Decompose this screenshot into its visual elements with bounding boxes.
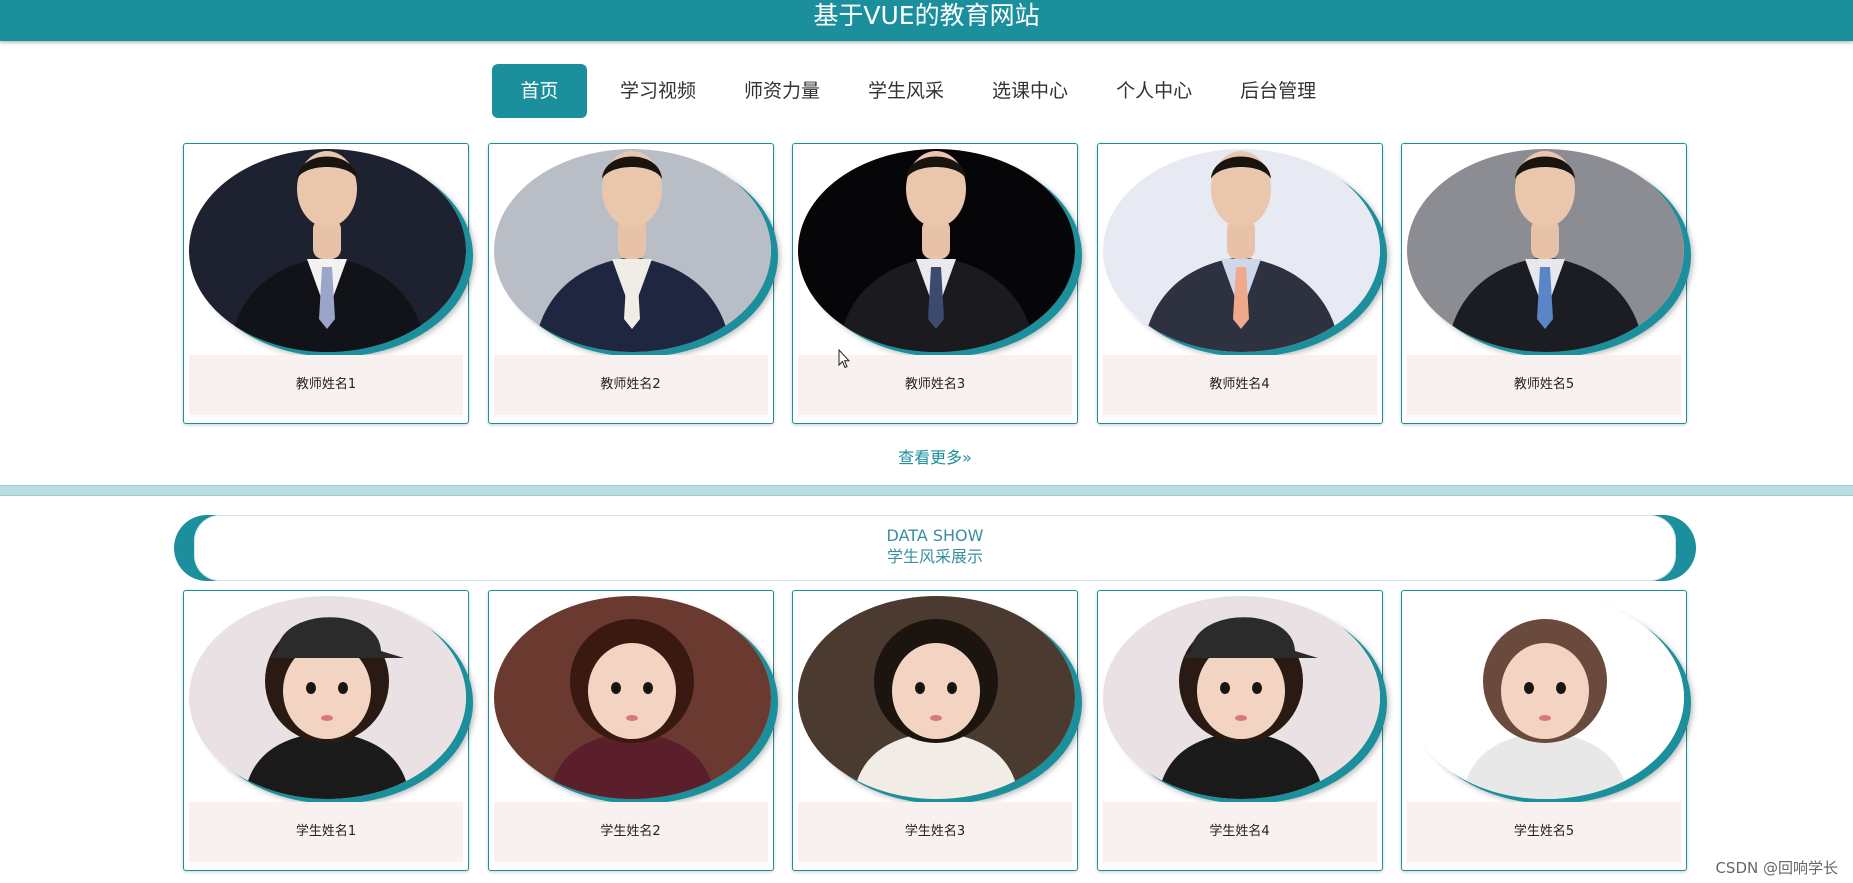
nav-item-profile[interactable]: 个人中心 (1101, 64, 1207, 118)
teacher-name: 教师姓名2 (493, 355, 768, 415)
main-nav: 首页 学习视频 师资力量 学生风采 选课中心 个人中心 后台管理 (492, 64, 1331, 118)
teacher-card[interactable]: 教师姓名5 (1401, 143, 1687, 424)
teacher-card[interactable]: 教师姓名2 (487, 143, 774, 424)
section-divider (0, 485, 1853, 496)
student-name: 学生姓名3 (798, 802, 1072, 862)
teacher-card[interactable]: 教师姓名1 (183, 143, 469, 424)
teacher-photo[interactable] (1102, 149, 1380, 352)
teacher-card[interactable]: 教师姓名4 (1096, 143, 1383, 424)
student-name: 学生姓名4 (1102, 802, 1377, 862)
student-card[interactable]: 学生姓名1 (183, 590, 469, 871)
mouse-cursor-icon (838, 349, 850, 369)
student-card[interactable]: 学生姓名5 (1401, 590, 1687, 871)
teacher-card[interactable]: 教师姓名3 (792, 143, 1078, 424)
view-more-link[interactable]: 查看更多» (0, 444, 1853, 468)
teacher-photo[interactable] (189, 149, 466, 352)
student-photo[interactable] (798, 596, 1075, 799)
student-photo[interactable] (189, 596, 466, 799)
nav-item-students[interactable]: 学生风采 (853, 64, 959, 118)
teacher-photo[interactable] (1407, 149, 1684, 352)
watermark: CSDN @回响学长 (1715, 859, 1838, 877)
teacher-photo[interactable] (798, 149, 1075, 352)
student-card[interactable]: 学生姓名2 (487, 590, 774, 871)
student-name: 学生姓名2 (493, 802, 768, 862)
student-card[interactable]: 学生姓名4 (1096, 590, 1383, 871)
view-more-label[interactable]: 查看更多» (898, 444, 972, 468)
student-photo[interactable] (493, 596, 771, 799)
site-header: 基于VUE的教育网站 (0, 0, 1853, 41)
teacher-name: 教师姓名1 (189, 355, 463, 415)
data-show-banner: DATA SHOW 学生风采展示 (174, 515, 1696, 581)
student-name: 学生姓名5 (1407, 802, 1681, 862)
student-card-list: 学生姓名1 学生姓名2 学生姓名3 学生姓名4 学生姓名5 (183, 590, 1687, 871)
teacher-name: 教师姓名5 (1407, 355, 1681, 415)
nav-item-videos[interactable]: 学习视频 (605, 64, 711, 118)
banner-inner: DATA SHOW 学生风采展示 (194, 515, 1676, 581)
nav-item-course-selection[interactable]: 选课中心 (977, 64, 1083, 118)
nav-item-home[interactable]: 首页 (492, 64, 587, 118)
student-photo[interactable] (1407, 596, 1684, 799)
nav-item-admin[interactable]: 后台管理 (1225, 64, 1331, 118)
teacher-card-list: 教师姓名1 教师姓名2 教师姓名3 教师姓名4 教师姓名5 (183, 143, 1687, 424)
banner-title-cn: 学生风采展示 (886, 547, 983, 566)
site-title: 基于VUE的教育网站 (813, 1, 1040, 30)
student-card[interactable]: 学生姓名3 (792, 590, 1078, 871)
student-name: 学生姓名1 (189, 802, 463, 862)
teacher-name: 教师姓名4 (1102, 355, 1377, 415)
student-photo[interactable] (1102, 596, 1380, 799)
nav-item-teachers[interactable]: 师资力量 (729, 64, 835, 118)
teacher-photo[interactable] (493, 149, 771, 352)
banner-title-en: DATA SHOW (886, 526, 984, 545)
